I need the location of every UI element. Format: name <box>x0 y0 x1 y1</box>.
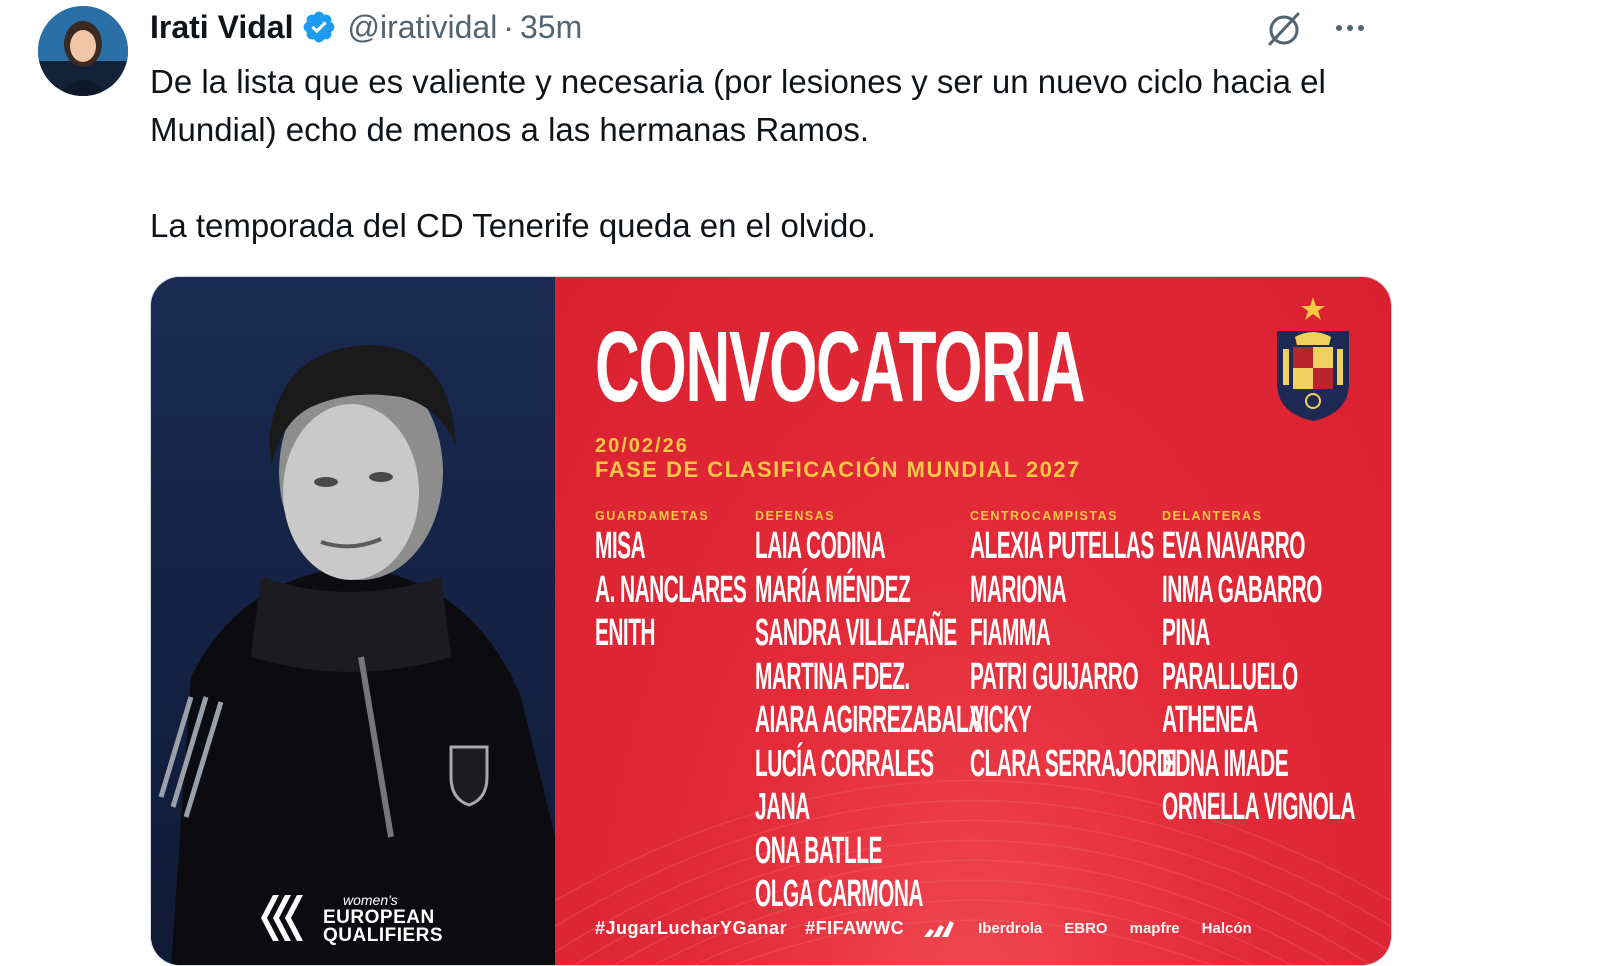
separator-dot: · <box>503 8 514 45</box>
convocatoria-phase: FASE DE CLASIFICACIÓN MUNDIAL 2027 <box>595 457 1081 482</box>
player-name: OLGA CARMONA <box>755 873 923 915</box>
spain-federation-crest-icon <box>1277 297 1349 421</box>
more-options-icon[interactable] <box>1328 6 1372 50</box>
player-name: EVA NAVARRO <box>1162 525 1306 567</box>
coach-photo: women's EUROPEAN QUALIFIERS <box>151 277 555 965</box>
player-name: ORNELLA VIGNOLA <box>1162 786 1356 828</box>
player-name: LUCÍA CORRALES <box>755 742 934 785</box>
coach-photo-graphic <box>151 277 555 965</box>
author-handle[interactable]: @iratividal <box>347 9 497 46</box>
avatar[interactable] <box>38 6 128 96</box>
player-name: ONA BATLLE <box>755 829 882 872</box>
adidas-logo-icon <box>924 921 955 937</box>
media-footer: #JugarLucharYGanar #FIFAWWC Iberdrola EB… <box>595 913 1361 943</box>
qualifiers-line-2: QUALIFIERS <box>323 925 444 946</box>
verified-badge-icon <box>304 11 335 43</box>
european-qualifiers-logo: women's EUROPEAN QUALIFIERS <box>251 891 443 945</box>
player-name: MISA <box>595 525 646 567</box>
player-name: CLARA SERRAJORDI <box>970 742 1177 785</box>
tweet-paragraph-2: La temporada del CD Tenerife queda en el… <box>150 207 876 244</box>
player-name: MARIONA <box>970 568 1067 611</box>
convocatoria-title: CONVOCATORIA <box>595 311 1085 423</box>
player-name: MARTINA FDEZ. <box>755 655 910 698</box>
tweet-header: Irati Vidal @iratividal · 35m <box>150 6 582 48</box>
tweet-media-image[interactable]: women's EUROPEAN QUALIFIERS CONVOCATORIA… <box>150 276 1392 966</box>
sponsor-logo: EBRO <box>1064 919 1108 937</box>
sponsor-logo: Halcón <box>1201 919 1252 937</box>
sponsor-logo: Iberdrola <box>978 919 1043 937</box>
sponsor-logo: mapfre <box>1129 919 1180 937</box>
player-name: A. NANCLARES <box>595 568 747 611</box>
player-name: LAIA CODINA <box>755 525 886 567</box>
player-name: JANA <box>755 786 810 828</box>
forwards-column: DELANTERAS EVA NAVARRO INMA GABARRO PINA… <box>1162 509 1391 830</box>
author-name[interactable]: Irati Vidal <box>150 9 293 46</box>
player-name: ENITH <box>595 612 656 654</box>
player-name: AIARA AGIRREZABALA <box>755 699 983 741</box>
player-name: ATHENEA <box>1162 699 1258 741</box>
player-name: SANDRA VILLAFAÑE <box>755 612 957 654</box>
forwards-header: DELANTERAS <box>1162 509 1263 523</box>
player-name: MARÍA MÉNDEZ <box>755 568 911 611</box>
player-name: PATRI GUIJARRO <box>970 655 1139 698</box>
player-name: PINA <box>1162 612 1210 654</box>
player-name: PARALLUELO <box>1162 655 1298 698</box>
player-name: INMA GABARRO <box>1162 568 1322 611</box>
grok-icon[interactable] <box>1262 6 1306 50</box>
player-name: EDNA IMADE <box>1162 742 1289 785</box>
squad-list-panel: CONVOCATORIA 20/02/26 FASE DE CLASIFICAC… <box>555 277 1391 965</box>
tweet-paragraph-1: De la lista que es valiente y necesaria … <box>150 63 1326 148</box>
convocatoria-date: 20/02/26 <box>595 435 689 457</box>
hashtag: #JugarLucharYGanar <box>595 917 788 938</box>
player-name: FIAMMA <box>970 612 1051 654</box>
player-name: ALEXIA PUTELLAS <box>970 525 1154 567</box>
tweet-text: De la lista que es valiente y necesaria … <box>150 58 1350 250</box>
hashtag: #FIFAWWC <box>805 917 905 938</box>
player-name: VICKY <box>970 699 1032 741</box>
avatar-image <box>38 6 128 96</box>
timestamp[interactable]: 35m <box>520 9 582 46</box>
qualifiers-logo-icon <box>261 895 303 941</box>
